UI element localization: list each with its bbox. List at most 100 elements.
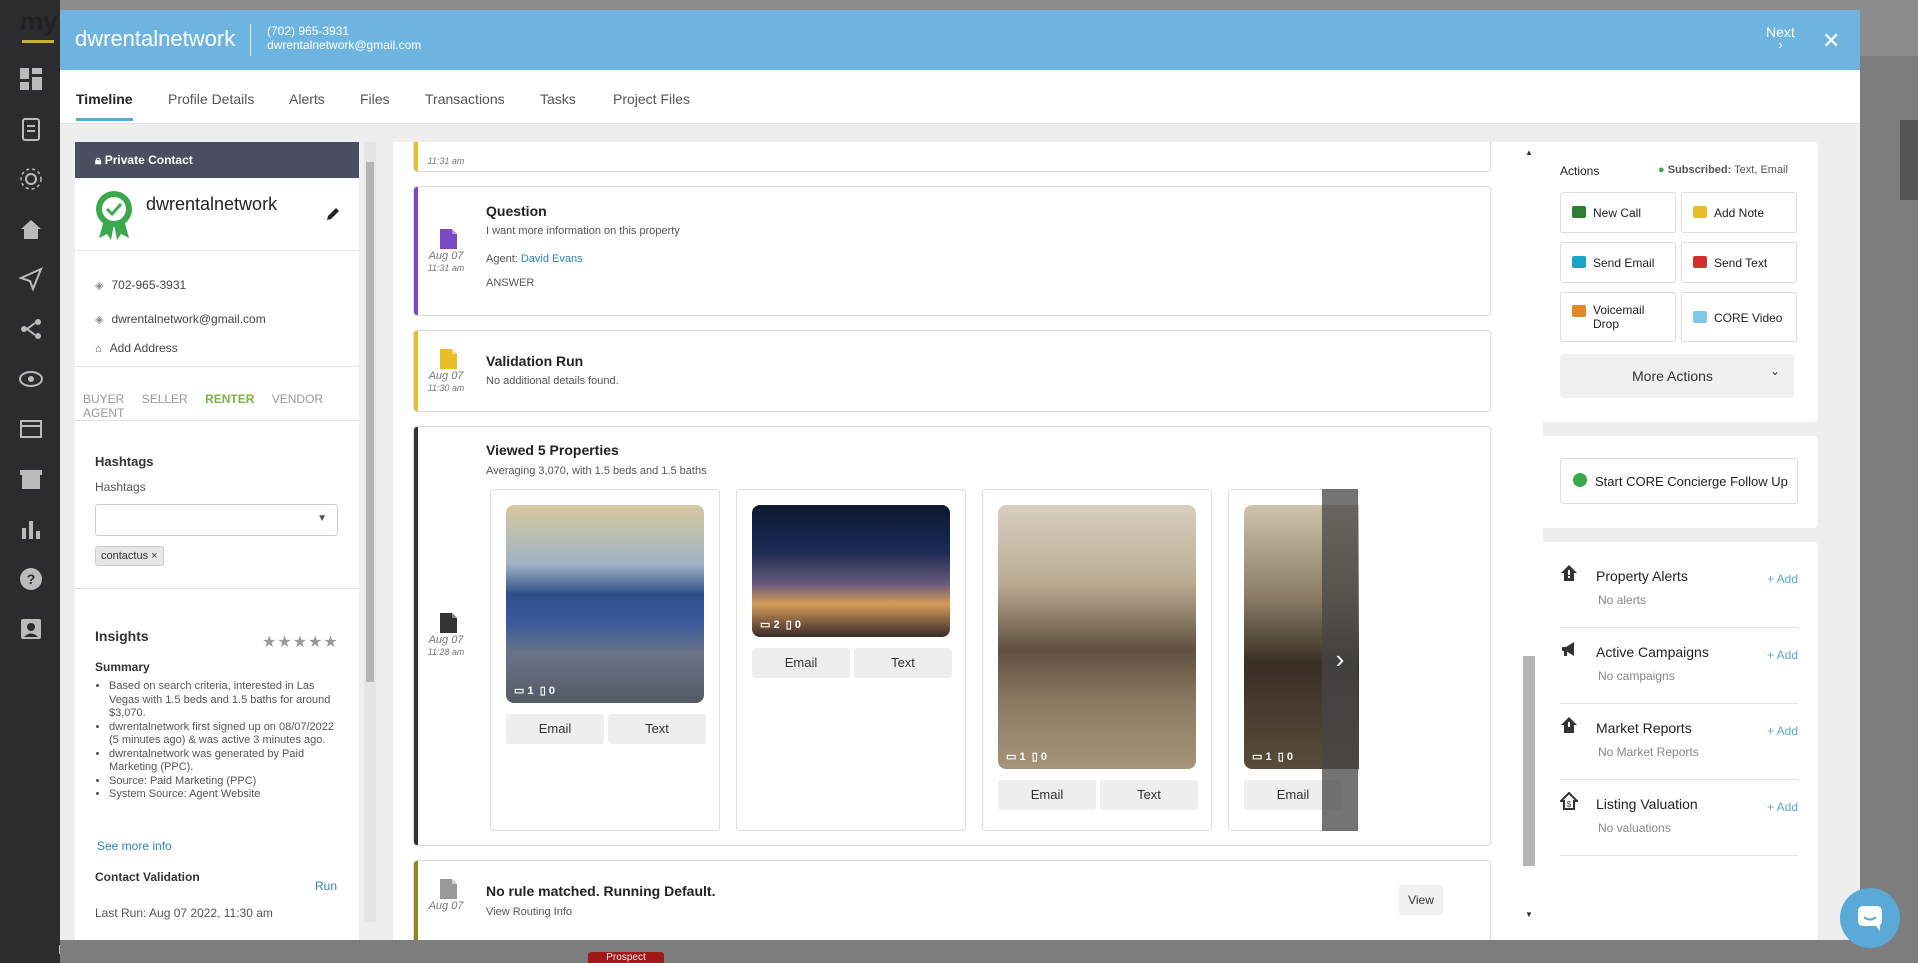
send-email-button[interactable]: Send Email: [1560, 242, 1676, 283]
network-icon[interactable]: [18, 166, 44, 192]
role-seller[interactable]: SELLER: [142, 392, 188, 406]
dashboard-icon[interactable]: [18, 66, 44, 92]
view-routing-info-link[interactable]: View Routing Info: [486, 906, 572, 918]
edit-pencil-icon[interactable]: [325, 206, 341, 222]
card-time: 11:31 am: [427, 156, 465, 166]
tab-project-files[interactable]: Project Files: [613, 91, 690, 107]
contact-panel: 🔒︎ Private Contact dwrentalnetwork ◈ 702-…: [75, 142, 359, 940]
see-more-info-link[interactable]: See more info: [97, 839, 172, 853]
subscribed-status: ● Subscribed: Text, Email: [1658, 164, 1788, 176]
text-button[interactable]: Text: [854, 648, 952, 678]
summary-title: Summary: [95, 660, 150, 674]
summary-item: dwrentalnetwork was generated by Paid Ma…: [109, 748, 343, 775]
text-button[interactable]: Text: [608, 714, 706, 744]
add-note-button[interactable]: Add Note: [1681, 192, 1797, 233]
check-circle-icon: ●: [1658, 164, 1665, 176]
scroll-down-icon[interactable]: ▼: [1525, 910, 1533, 919]
hashtags-select[interactable]: ▼: [95, 504, 338, 536]
clipboard-icon[interactable]: [18, 116, 44, 142]
text-message-icon: [1693, 256, 1707, 268]
chat-bubble-icon: [1858, 906, 1882, 931]
role-buyer[interactable]: BUYER: [83, 392, 124, 406]
property-photo[interactable]: ▭ 1 ▯ 0: [998, 505, 1196, 769]
timeline-card: 11:31 am: [413, 142, 1491, 172]
close-icon[interactable]: ✕: [1822, 28, 1840, 54]
tab-alerts[interactable]: Alerts: [289, 91, 325, 107]
property-card[interactable]: ▭ 1 ▯ 0 Email Text: [490, 489, 720, 831]
role-renter[interactable]: RENTER: [205, 392, 254, 406]
private-contact-header: 🔒︎ Private Contact: [75, 142, 359, 178]
property-card[interactable]: ▭ 2 ▯ 0 Email Text: [736, 489, 966, 831]
actions-panel: Actions ● Subscribed: Text, Email New Ca…: [1540, 142, 1818, 422]
reports-icon[interactable]: [18, 516, 44, 542]
run-validation-link[interactable]: Run: [315, 879, 337, 893]
property-photo[interactable]: ▭ 2 ▯ 0: [752, 505, 950, 637]
phone-icon: ◈: [95, 280, 104, 292]
scroll-up-icon[interactable]: ▲: [1525, 148, 1533, 157]
divider: [75, 420, 359, 421]
remove-chip-icon[interactable]: ×: [151, 550, 157, 562]
store-icon[interactable]: [18, 466, 44, 492]
more-actions-button[interactable]: More Actions ⌄: [1560, 354, 1794, 398]
chat-launcher-icon[interactable]: [1840, 888, 1900, 948]
insights-title: Insights: [95, 628, 149, 644]
summary-item: dwrentalnetwork first signed up on 08/07…: [109, 721, 343, 748]
help-icon[interactable]: ?: [18, 566, 44, 592]
listing-valuation-item: $ Listing Valuation + Add No valuations: [1560, 780, 1798, 856]
contact-email[interactable]: ◈ dwrentalnetwork@gmail.com: [95, 312, 266, 326]
house-alert-icon: [1561, 565, 1577, 581]
rating-stars[interactable]: ★★★★★: [262, 632, 339, 652]
tab-profile-details[interactable]: Profile Details: [168, 91, 254, 107]
contact-phone[interactable]: ◈ 702-965-3931: [95, 278, 186, 292]
send-text-button[interactable]: Send Text: [1681, 242, 1797, 283]
role-agent[interactable]: AGENT: [83, 406, 124, 420]
core-video-button[interactable]: CORE Video: [1681, 292, 1797, 342]
scrollbar-thumb[interactable]: [1523, 656, 1535, 866]
scrollbar-thumb[interactable]: [366, 162, 374, 682]
voicemail-drop-button[interactable]: Voicemail Drop: [1560, 292, 1676, 342]
home-icon[interactable]: [18, 216, 44, 242]
timeline-scrollbar[interactable]: ▲ ▼: [1520, 142, 1538, 932]
tab-files[interactable]: Files: [360, 91, 390, 107]
tab-transactions[interactable]: Transactions: [425, 91, 505, 107]
prospect-tag: Prospect: [588, 952, 664, 963]
add-property-alert-link[interactable]: + Add: [1767, 572, 1798, 586]
view-button[interactable]: View: [1399, 885, 1443, 915]
routing-card: Aug 07 No rule matched. Running Default.…: [413, 860, 1491, 940]
tab-tasks[interactable]: Tasks: [540, 91, 576, 107]
modal-header: dwrentalnetwork (702) 965-3931 dwrentaln…: [60, 10, 1860, 70]
add-campaign-link[interactable]: + Add: [1767, 648, 1798, 662]
email-button[interactable]: Email: [506, 714, 604, 744]
property-card[interactable]: ▭ 1 ▯ 0 Email Text: [982, 489, 1212, 831]
tab-bar: Timeline Profile Details Alerts Files Tr…: [60, 70, 1860, 124]
start-concierge-button[interactable]: Start CORE Concierge Follow Up: [1560, 458, 1798, 504]
routing-icon[interactable]: [18, 316, 44, 342]
profile-icon[interactable]: [18, 616, 44, 642]
answer-link[interactable]: ANSWER: [486, 277, 534, 289]
tab-timeline[interactable]: Timeline: [76, 91, 133, 121]
add-valuation-link[interactable]: + Add: [1767, 800, 1798, 814]
chevron-down-icon: ⌄: [1769, 364, 1780, 378]
email-button[interactable]: Email: [998, 780, 1096, 810]
active-campaigns-item: Active Campaigns + Add No campaigns: [1560, 628, 1798, 704]
next-button[interactable]: Next ›: [1766, 24, 1795, 51]
role-vendor[interactable]: VENDOR: [272, 392, 323, 406]
agent-link[interactable]: David Evans: [521, 253, 583, 265]
text-button[interactable]: Text: [1100, 780, 1198, 810]
hashtags-title: Hashtags: [95, 454, 154, 469]
add-address-link[interactable]: ⌂ Add Address: [95, 341, 178, 355]
new-call-button[interactable]: New Call: [1560, 192, 1676, 233]
market-reports-item: Market Reports + Add No Market Reports: [1560, 704, 1798, 780]
timeline-panel: 11:31 am Aug 07 11:31 am Question I want …: [393, 142, 1543, 940]
listings-icon[interactable]: [18, 416, 44, 442]
send-icon[interactable]: [18, 266, 44, 292]
property-counts: ▭ 2 ▯ 0: [760, 619, 801, 631]
property-photo[interactable]: ▭ 1 ▯ 0: [506, 505, 704, 703]
left-scrollbar[interactable]: [364, 142, 376, 922]
add-market-report-link[interactable]: + Add: [1767, 724, 1798, 738]
divider: [75, 366, 359, 367]
email-button[interactable]: Email: [752, 648, 850, 678]
carousel-next-icon[interactable]: ›: [1322, 489, 1358, 831]
eye-icon[interactable]: [18, 366, 44, 392]
document-icon: [440, 229, 457, 249]
